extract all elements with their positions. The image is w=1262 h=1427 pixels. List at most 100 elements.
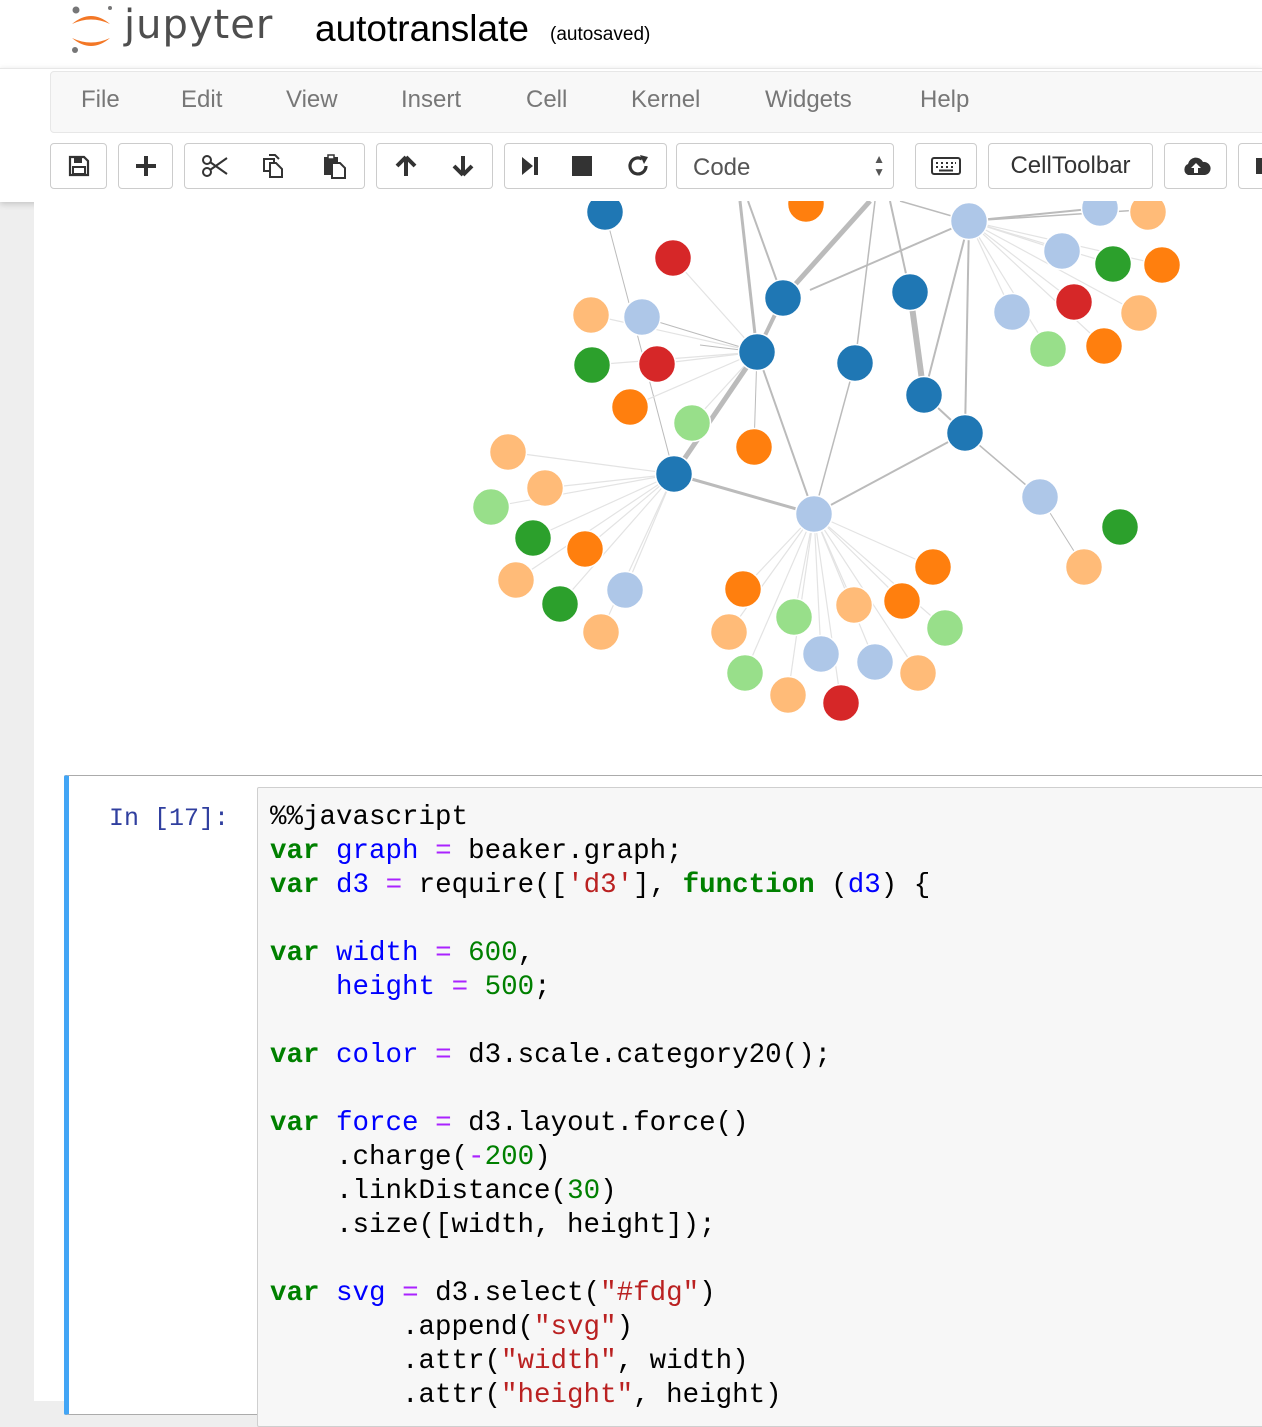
graph-node[interactable] [821, 683, 861, 723]
menu-view[interactable]: View [286, 86, 338, 114]
code-editor[interactable]: %%javascript var graph = beaker.graph; var… [270, 801, 930, 1413]
run-cell-button[interactable] [504, 143, 556, 189]
graph-node[interactable] [585, 201, 625, 232]
code-input-area[interactable]: %%javascript var graph = beaker.graph; var… [257, 787, 1262, 1427]
graph-node[interactable] [571, 295, 611, 335]
code-token: 200 [484, 1142, 535, 1173]
graph-node[interactable] [709, 612, 749, 652]
plus-icon [135, 156, 156, 176]
input-prompt: In [17]: [109, 804, 230, 833]
graph-node[interactable] [496, 560, 536, 600]
move-down-button[interactable] [434, 143, 493, 189]
graph-node[interactable] [488, 432, 528, 472]
graph-node[interactable] [786, 201, 826, 224]
graph-node[interactable] [882, 581, 922, 621]
graph-node[interactable] [1128, 201, 1168, 232]
graph-node[interactable] [653, 238, 693, 278]
graph-node[interactable] [471, 487, 511, 527]
graph-node[interactable] [737, 332, 777, 372]
menu-file[interactable]: File [81, 86, 120, 114]
graph-node[interactable] [834, 585, 874, 625]
graph-node[interactable] [581, 612, 621, 652]
logo-text[interactable]: jupyter [124, 2, 273, 48]
graph-node[interactable] [992, 292, 1032, 332]
graph-node[interactable] [1064, 547, 1104, 587]
graph-node[interactable] [1119, 293, 1159, 333]
graph-node[interactable] [774, 597, 814, 637]
arrow-up-icon [395, 155, 416, 176]
graph-node[interactable] [949, 201, 989, 241]
graph-node[interactable] [734, 427, 774, 467]
menu-edit[interactable]: Edit [181, 86, 222, 114]
restart-kernel-button[interactable] [609, 143, 667, 189]
code-token: - [468, 1142, 485, 1173]
menubar-container: File Edit View Insert Cell Kernel Widget… [0, 68, 1262, 202]
graph-node[interactable] [1020, 477, 1060, 517]
graph-node[interactable] [1054, 282, 1094, 322]
copy-button[interactable] [244, 143, 305, 189]
graph-node[interactable] [565, 529, 605, 569]
code-token: %%javascript [270, 802, 469, 833]
save-icon [68, 155, 89, 177]
menu-help[interactable]: Help [920, 86, 969, 114]
graph-node[interactable] [1142, 245, 1182, 285]
save-button[interactable] [50, 143, 107, 189]
celltoolbar-button[interactable]: CellToolbar [988, 143, 1153, 189]
notebook-title[interactable]: autotranslate [315, 8, 529, 50]
graph-node[interactable] [525, 468, 565, 508]
graph-node[interactable] [1093, 244, 1133, 284]
graph-node[interactable] [1084, 326, 1124, 366]
graph-node[interactable] [925, 608, 965, 648]
menu-cell[interactable]: Cell [526, 86, 567, 114]
graph-node[interactable] [1100, 507, 1140, 547]
graph-node[interactable] [904, 375, 944, 415]
code-token: 500 [484, 972, 535, 1003]
command-palette-button[interactable] [915, 143, 977, 189]
graph-node[interactable] [1042, 231, 1082, 271]
graph-node[interactable] [1028, 329, 1068, 369]
menu-insert[interactable]: Insert [401, 86, 461, 114]
graph-node[interactable] [890, 272, 930, 312]
move-up-button[interactable] [376, 143, 435, 189]
restart-icon [627, 155, 648, 176]
code-token: ) [616, 1312, 634, 1343]
menu-widgets[interactable]: Widgets [765, 86, 852, 114]
insert-cell-button[interactable] [118, 143, 173, 189]
graph-node[interactable] [725, 653, 765, 693]
arrow-down-icon [452, 156, 474, 177]
extra-toolbar-button[interactable] [1238, 143, 1262, 189]
graph-node[interactable] [610, 387, 650, 427]
graph-node[interactable] [801, 634, 841, 674]
graph-node[interactable] [572, 345, 612, 385]
graph-node[interactable] [794, 494, 834, 534]
graph-node[interactable] [672, 403, 712, 443]
graph-node[interactable] [913, 547, 953, 587]
graph-node[interactable] [540, 584, 580, 624]
graph-node[interactable] [763, 278, 803, 318]
cut-button[interactable] [184, 143, 245, 189]
upload-button[interactable] [1164, 143, 1227, 189]
graph-node[interactable] [898, 653, 938, 693]
graph-node[interactable] [855, 642, 895, 682]
code-cell[interactable]: In [17]: %%javascript var graph = beaker.… [64, 775, 1262, 1427]
graph-node[interactable] [654, 454, 694, 494]
graph-node[interactable] [768, 675, 808, 715]
paste-button[interactable] [304, 143, 365, 189]
interrupt-kernel-button[interactable] [555, 143, 610, 189]
graph-node[interactable] [605, 570, 645, 610]
cell-type-select[interactable]: Code ▲ ▼ [676, 143, 894, 189]
graph-node[interactable] [945, 413, 985, 453]
graph-node[interactable] [513, 518, 553, 558]
graph-node[interactable] [723, 569, 763, 609]
graph-node[interactable] [835, 343, 875, 383]
code-token: = [435, 938, 452, 969]
graph-node[interactable] [622, 297, 662, 337]
graph-node[interactable] [637, 344, 677, 384]
code-token: = [385, 870, 403, 901]
code-token: , width) [616, 1346, 749, 1377]
menu-kernel[interactable]: Kernel [631, 86, 700, 114]
graph-node[interactable] [1080, 201, 1120, 228]
